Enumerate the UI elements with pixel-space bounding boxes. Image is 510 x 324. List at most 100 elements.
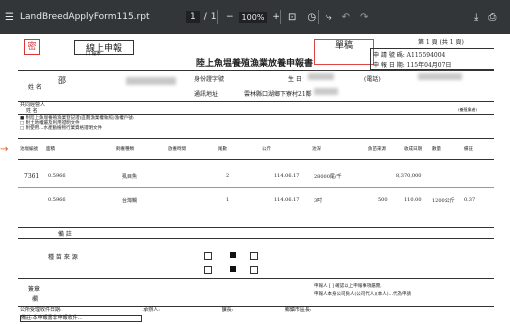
seal-stamp: 密	[24, 39, 40, 55]
applicant-row: 姓 名 邵 身份證字號 生 日 (電話) 通訊地址 雲林縣口湖鄉下寮村21鄰	[18, 70, 494, 102]
fry-weight: 1200公斤	[432, 198, 455, 204]
table-header-cell: 魚苗來源	[368, 147, 386, 152]
id-label: 身份證字號	[194, 76, 225, 83]
menu-button[interactable]: ☰	[5, 0, 14, 34]
page-number-input[interactable]: 1	[186, 11, 200, 23]
table-row: 0.5966 台灣鯛 1 114.06.17 3吋 500 110.00 120…	[18, 189, 494, 211]
hamburger-icon: ☰	[5, 11, 14, 23]
table-header-cell: 面積	[46, 147, 55, 152]
table-header-cell: 池深	[312, 147, 321, 152]
name-label: 姓 名	[28, 84, 42, 91]
pond-area: 0.5966	[48, 173, 66, 179]
seed-source-block: 種 苗 來 源	[18, 240, 494, 279]
stock-date: 114.06.17	[274, 173, 300, 179]
chief-label: 課長:	[221, 307, 234, 313]
table-header-cell: 數量	[432, 147, 441, 152]
species: 台灣鯛	[122, 198, 138, 204]
table-header: 池塭編號 面積 飼養種類 放養時間 尾數 公斤 池深 魚苗來源 收成日期 數量 備註	[18, 141, 494, 160]
apply-no-label: 申 請 號 碼:	[373, 52, 405, 59]
zoom-out-button[interactable]: −	[226, 12, 234, 22]
qty: 2	[226, 173, 230, 179]
checkbox[interactable]	[204, 252, 212, 260]
badge-highlight: 單稿	[314, 39, 374, 65]
contact-value: 雲林縣口湖鄉下寮村21鄰	[244, 91, 312, 98]
attachment-checklist: ■ 附陸上魚塭養殖漁業登記證(區劃漁業權執照)漁權戶號: □ 附土地權屬及利用證…	[20, 116, 490, 131]
print-icon[interactable]: ⎙	[488, 12, 496, 23]
qty: 1	[226, 197, 230, 203]
zoom-level[interactable]: 100%	[238, 11, 268, 23]
table-header-cell: 放養時間	[168, 147, 186, 152]
table-row: 7361 0.5966 虱目魚 2 114.06.17 28000尾/千 8,3…	[18, 165, 494, 188]
sign-label: 簽章	[28, 286, 41, 293]
sign-sub: 欄	[32, 296, 39, 303]
agent-check-2: 申報人本身公司負人(公司代人)(本人)…代為申請	[314, 292, 412, 297]
online-report-box: 線上申報	[74, 40, 134, 55]
apply-no: A115594004	[406, 52, 446, 59]
table-header-cell: 備註	[464, 147, 473, 152]
toolbar-divider	[217, 10, 218, 24]
stock-date: 114.06.17	[274, 197, 300, 203]
species: 虱目魚	[122, 174, 138, 180]
fry-size: 28000尾/千	[314, 174, 342, 180]
table-header-cell: 收成日期	[404, 147, 422, 152]
redacted-address	[314, 88, 338, 95]
checkbox-checked[interactable]	[230, 266, 236, 272]
apply-info-box: 申 請 號 碼: A115594004 申 報 日 期: 115年04月07日	[370, 48, 494, 70]
mayor-label: 鄉鎮市區長:	[284, 307, 312, 313]
form-title: 陸上魚塭養殖漁業放養申報書	[196, 59, 314, 69]
footer-note: 備註:本申報書非申報收件…	[20, 315, 142, 322]
apply-date-label: 申 報 日 期:	[373, 62, 405, 69]
received-date-label: 公所受理收件日期:	[20, 307, 62, 313]
table-header-cell: 池塭編號	[20, 147, 38, 152]
document-page: 密 線上申報 口 紙本 陸上魚塭養殖漁業放養申報書 單稿 第 1 頁 (共 1 …	[18, 36, 494, 322]
stocking-table: 池塭編號 面積 飼養種類 放養時間 尾數 公斤 池深 魚苗來源 收成日期 數量 備註 7361 0.…	[18, 138, 494, 228]
remarks-row: 備 註	[18, 228, 494, 239]
page-separator: /	[203, 12, 207, 22]
contact-label: 通訊地址	[194, 91, 219, 98]
name-value: 邵	[58, 76, 66, 85]
fry-count: 8,370,000	[396, 173, 422, 179]
seed-source-label: 種 苗 來 源	[48, 254, 78, 261]
checkbox[interactable]	[204, 266, 212, 274]
redo-icon[interactable]: ↷	[360, 12, 368, 23]
table-header-cell: 飼養種類	[116, 147, 134, 152]
remark-label: 備 註	[58, 231, 72, 238]
sign-block: 簽章 欄 申報人 [ ] 確認以上申報事項屬實, 申報人本身公司負人(公司代人)…	[18, 280, 494, 307]
fry-price: 110.00	[404, 197, 422, 203]
download-icon[interactable]: ⤓	[474, 12, 478, 23]
apply-date: 115年04月07日	[406, 62, 452, 69]
pond-area: 0.5966	[48, 197, 66, 203]
zoom-in-button[interactable]: +	[272, 12, 280, 22]
checkbox[interactable]	[250, 266, 258, 274]
toolbar-divider	[318, 10, 319, 24]
redacted-birth	[308, 73, 334, 80]
file-name: LandBreedApplyForm115.rpt	[20, 12, 150, 22]
phone-label: (電話)	[364, 76, 381, 83]
history-icon[interactable]: ◷	[307, 12, 316, 23]
footer-row: 公所受理收件日期: 承辦人: 課長: 鄉鎮市區長:	[20, 308, 490, 313]
undo-icon[interactable]: ↶	[342, 12, 350, 23]
co-owner-sub: 姓 名	[26, 108, 38, 114]
paper-option: 口 紙本	[86, 52, 101, 57]
annotation-marker-icon: →	[0, 144, 9, 155]
checkbox-checked[interactable]	[230, 252, 236, 258]
fit-page-icon[interactable]: ⊡	[288, 12, 296, 23]
fry-note: 0.37	[464, 197, 476, 203]
pond-id: 7361	[24, 173, 40, 180]
table-header-cell: 公斤	[262, 147, 271, 152]
page-info: 第 1 頁 (共 1 頁)	[418, 39, 464, 46]
co-owner-row: 共同經營人 姓 名 (養殖業者)	[18, 100, 494, 115]
redacted-name	[126, 77, 176, 85]
toolbar-divider	[280, 10, 281, 24]
fry-size: 3吋	[314, 198, 323, 204]
receiver-label: 承辦人:	[143, 307, 160, 313]
birth-label: 生 日	[288, 76, 302, 83]
fry-count: 500	[378, 197, 388, 203]
agent-check-1: 申報人 [ ] 確認以上申報事項屬實,	[314, 284, 382, 289]
redacted-phone	[418, 73, 462, 80]
rotate-icon[interactable]: ⤷	[326, 12, 332, 23]
owner-type-note: (養殖業者)	[458, 107, 478, 112]
check-line-3: □ 附使用...水產動植物行業資格證明文件	[20, 126, 102, 131]
table-header-cell: 尾數	[218, 147, 227, 152]
checkbox[interactable]	[250, 252, 258, 260]
